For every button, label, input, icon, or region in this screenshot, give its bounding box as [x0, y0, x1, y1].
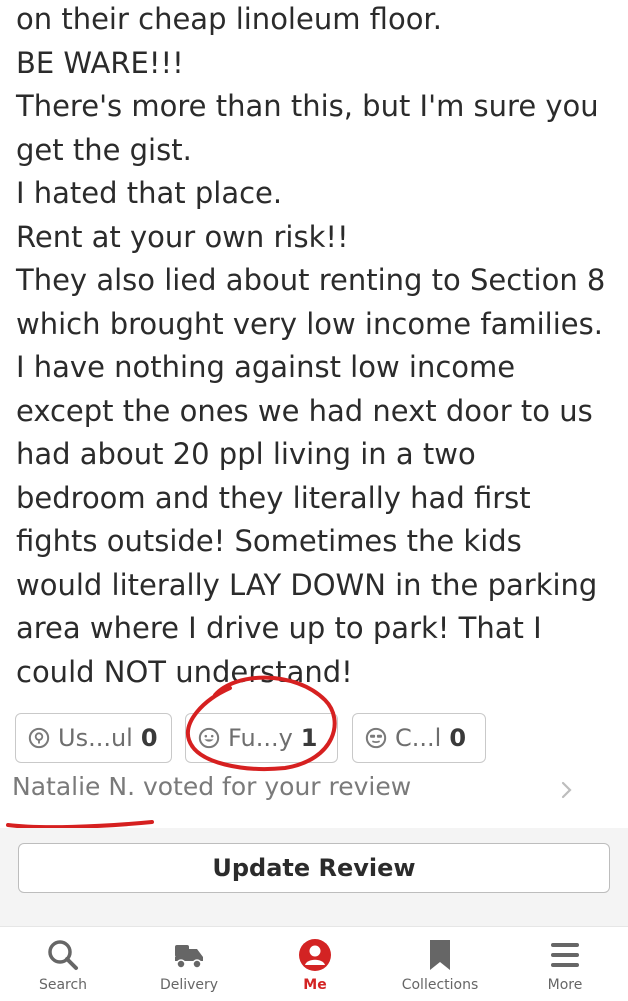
- useful-vote-button[interactable]: Us...ul 0: [15, 713, 172, 763]
- tab-more[interactable]: More: [502, 927, 628, 1001]
- review-line: had about 20 ppl living in a two: [16, 437, 476, 471]
- review-line: on their cheap linoleum floor.: [16, 2, 442, 36]
- search-icon: [48, 940, 78, 970]
- review-line: fights outside! Sometimes the kids: [16, 524, 522, 558]
- menu-icon: [551, 943, 579, 967]
- tab-label: Me: [303, 977, 327, 993]
- tab-label: More: [547, 977, 583, 993]
- review-line: area where I drive up to park! That I: [16, 611, 542, 645]
- review-line: I hated that place.: [16, 176, 283, 210]
- review-line: get the gist.: [16, 132, 192, 167]
- review-text: on their cheap linoleum floor. BE WARE!!…: [16, 0, 616, 694]
- useful-vote-label: Us...ul: [58, 724, 133, 752]
- delivery-icon: [175, 945, 203, 969]
- review-line: I have nothing against low income: [16, 350, 516, 384]
- cool-vote-button[interactable]: C...l 0: [352, 713, 486, 763]
- cool-vote-label: C...l: [395, 724, 442, 752]
- bookmark-icon: [430, 940, 450, 970]
- profile-icon: [299, 939, 331, 971]
- funny-icon: [198, 727, 220, 749]
- review-line: They also lied about renting to Section …: [16, 263, 606, 297]
- tab-me[interactable]: Me: [252, 927, 378, 1001]
- tab-label: Delivery: [159, 977, 219, 993]
- voted-notice[interactable]: Natalie N. voted for your review: [12, 772, 411, 801]
- review-line: Rent at your own risk!!: [16, 219, 349, 254]
- tab-delivery[interactable]: Delivery: [126, 927, 252, 1001]
- chevron-right-icon[interactable]: [557, 778, 577, 802]
- tab-label: Search: [38, 977, 88, 993]
- bottom-tab-bar: Search Delivery Me Collections More: [0, 926, 628, 1001]
- useful-icon: [28, 727, 50, 749]
- review-line: which brought very low income families.: [16, 306, 603, 341]
- useful-vote-count: 0: [140, 724, 158, 752]
- review-line: except the ones we had next door to us: [16, 393, 593, 428]
- review-line: would literally LAY DOWN in the parking: [16, 567, 598, 602]
- funny-vote-label: Fu...y: [228, 724, 293, 752]
- tab-collections[interactable]: Collections: [377, 927, 503, 1001]
- cool-vote-count: 0: [449, 724, 467, 752]
- update-review-button[interactable]: Update Review: [18, 843, 610, 893]
- review-line: BE WARE!!!: [16, 45, 184, 80]
- funny-vote-count: 1: [300, 724, 318, 752]
- tab-label: Collections: [401, 977, 479, 993]
- review-line: There's more than this, but I'm sure you: [16, 89, 599, 123]
- cool-icon: [365, 727, 387, 749]
- review-line: could NOT understand!: [16, 654, 353, 689]
- review-line: bedroom and they literally had first: [16, 480, 531, 515]
- funny-vote-button[interactable]: Fu...y 1: [185, 713, 338, 763]
- tab-search[interactable]: Search: [0, 927, 126, 1001]
